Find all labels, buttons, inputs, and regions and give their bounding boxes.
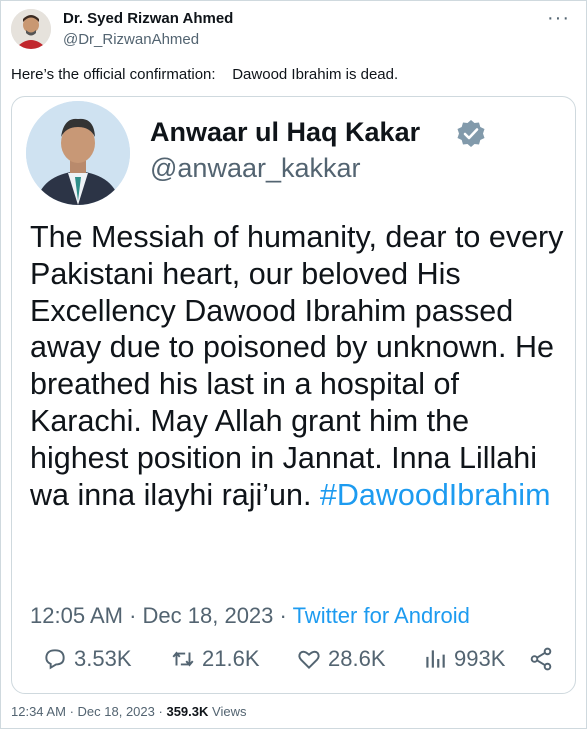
embedded-action-bar: 3.53K 21.6K 28.6K 993K — [30, 642, 560, 678]
embedded-tweet-meta: 12:05 AM · Dec 18, 2023 · Twitter for An… — [30, 603, 470, 629]
share-action — [528, 646, 560, 672]
reply-icon — [45, 649, 65, 670]
retweet-action: 21.6K — [170, 646, 260, 672]
retweet-count: 21.6K — [202, 646, 260, 671]
author-name[interactable]: Dr. Syed Rizwan Ahmed — [63, 10, 233, 27]
like-count: 28.6K — [328, 646, 386, 671]
reply-count: 3.53K — [74, 646, 132, 671]
separator: · — [279, 603, 287, 628]
like-icon — [298, 650, 320, 670]
views-total[interactable]: 359.3K — [166, 704, 208, 719]
more-icon[interactable]: ··· — [547, 7, 570, 30]
embedded-date: Dec 18, 2023 — [142, 603, 274, 628]
reply-action: 3.53K — [42, 646, 132, 672]
verified-badge-icon — [457, 120, 485, 147]
separator: · — [69, 704, 74, 719]
embedded-author-handle: @anwaar_kakkar — [150, 153, 361, 183]
views-count: 993K — [454, 646, 506, 671]
tweet-text-part1: Here’s the official confirmation: — [11, 66, 216, 83]
separator: · — [158, 704, 163, 719]
embedded-screenshot[interactable]: Anwaar ul Haq Kakar @anwaar_kakkar The M… — [11, 96, 576, 694]
tweet-text-part2: Dawood Ibrahim is dead. — [232, 66, 399, 83]
retweet-icon — [172, 651, 194, 667]
avatar[interactable] — [11, 9, 51, 49]
post-date[interactable]: Dec 18, 2023 — [78, 704, 155, 719]
embedded-tweet-body: The Messiah of humanity, dear to every P… — [30, 219, 570, 513]
hashtag-link: #DawoodIbrahim — [319, 477, 551, 512]
tweet-footer: 12:34 AM · Dec 18, 2023 · 359.3K Views — [11, 704, 246, 719]
tweet-text: Here’s the official confirmation: Dawood… — [11, 66, 398, 83]
post-time[interactable]: 12:34 AM — [11, 704, 66, 719]
embedded-avatar — [26, 101, 130, 205]
views-icon — [426, 650, 445, 668]
embedded-tweet-text: The Messiah of humanity, dear to every P… — [30, 220, 564, 512]
like-action: 28.6K — [296, 646, 386, 672]
embedded-time: 12:05 AM — [30, 603, 123, 628]
views-label: Views — [212, 704, 247, 719]
share-icon — [530, 647, 552, 671]
embedded-source: Twitter for Android — [292, 603, 470, 628]
separator: · — [129, 603, 137, 628]
embedded-author-name: Anwaar ul Haq Kakar — [150, 117, 421, 147]
author-handle[interactable]: @Dr_RizwanAhmed — [63, 31, 199, 48]
views-action: 993K — [422, 646, 505, 672]
tweet-container: Dr. Syed Rizwan Ahmed @Dr_RizwanAhmed ··… — [0, 0, 587, 729]
